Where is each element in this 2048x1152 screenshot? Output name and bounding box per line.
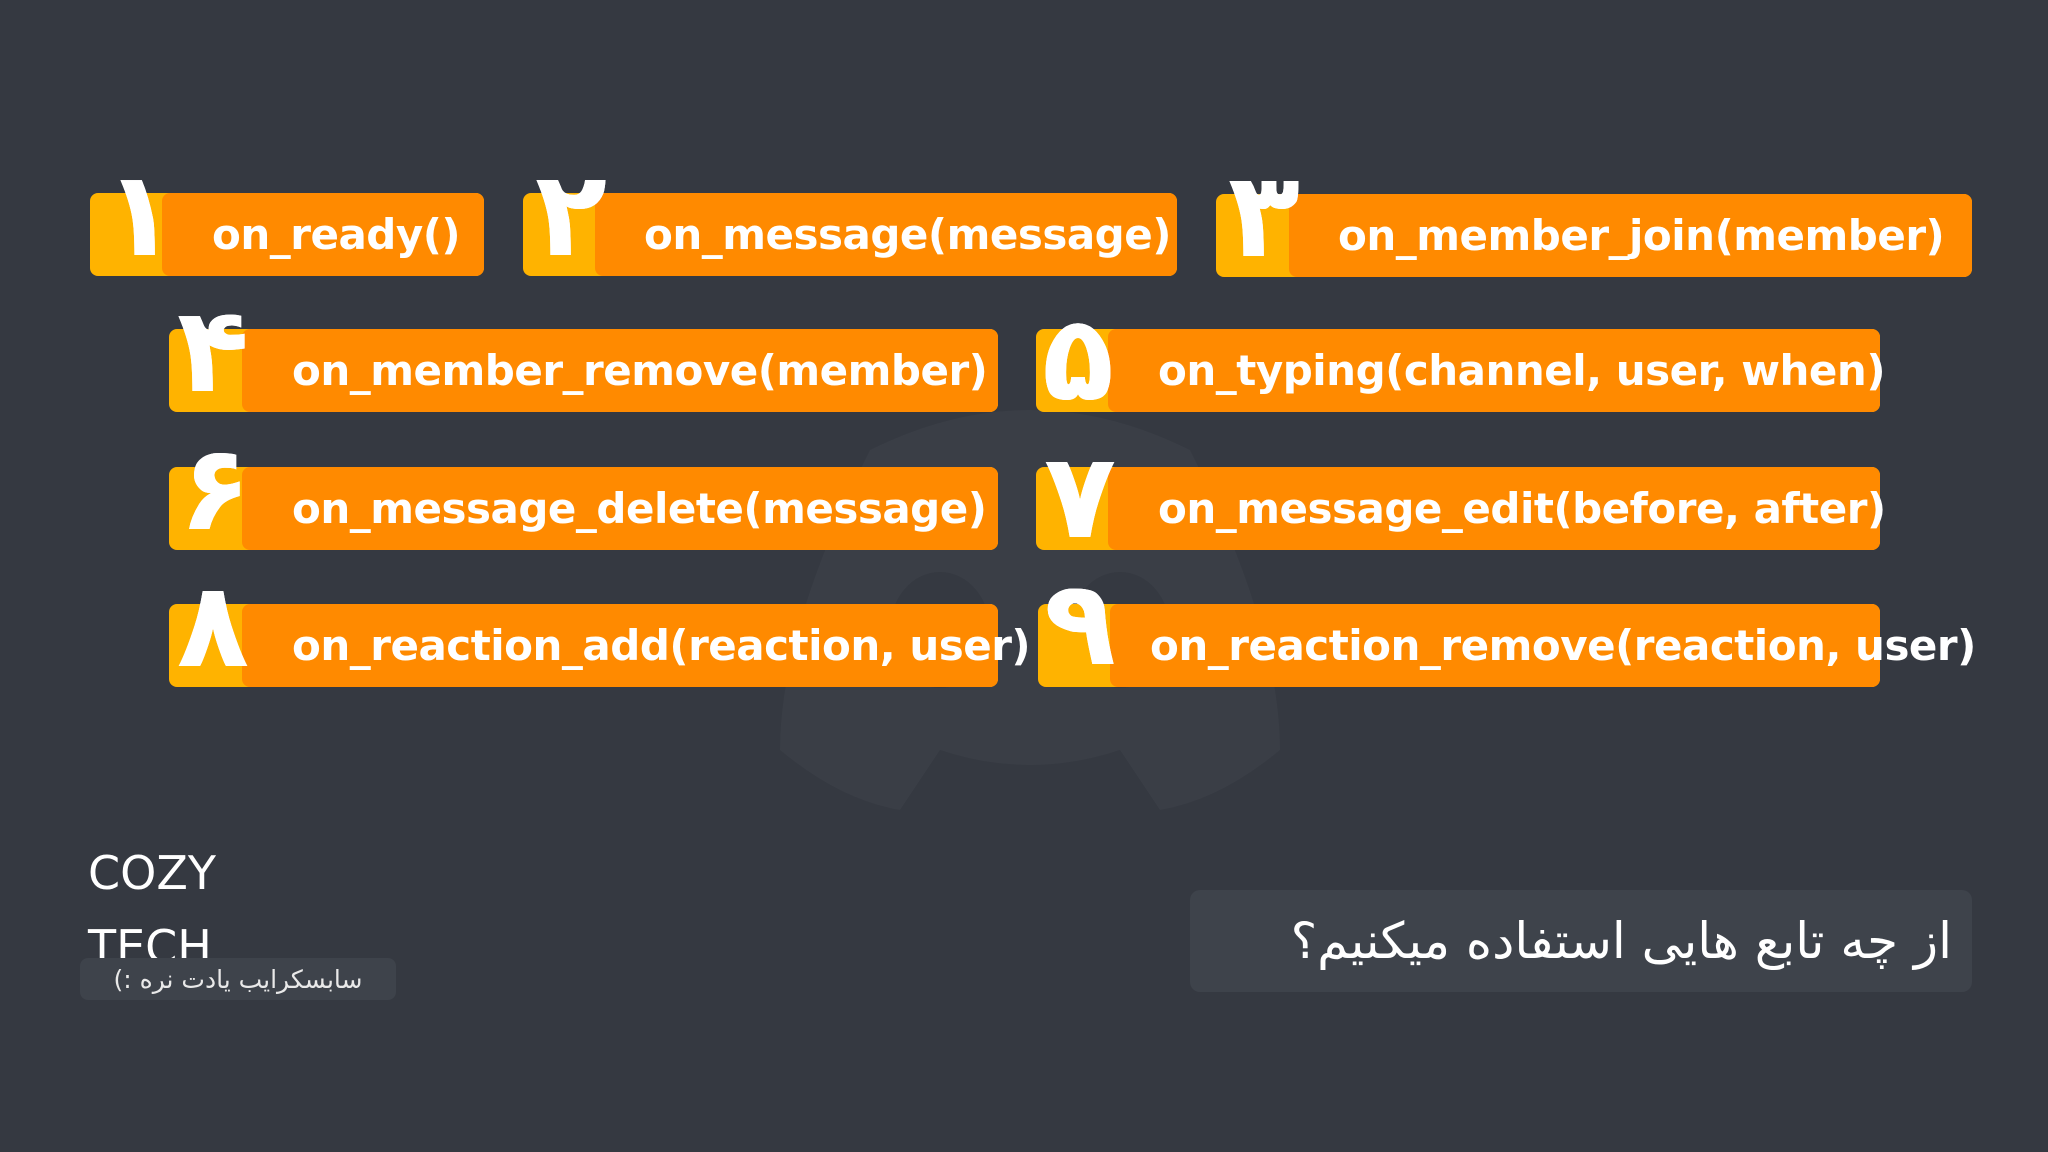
event-number: ۸ [177, 556, 250, 694]
event-pill-6: on_message_delete(message) ۶ [169, 429, 998, 550]
event-label: on_typing(channel, user, when) [1158, 346, 1886, 395]
event-pill-4: on_member_remove(member) ۴ [169, 291, 998, 412]
slide: on_ready() ۱ on_message(message) ۲ on_me… [0, 0, 2048, 1152]
event-label: on_ready() [212, 210, 461, 259]
event-number: ۹ [1044, 554, 1117, 692]
event-label: on_reaction_remove(reaction, user) [1150, 621, 1976, 670]
event-pill-1: on_ready() ۱ [90, 155, 484, 276]
event-pill-8: on_reaction_add(reaction, user) ۸ [169, 566, 1031, 687]
event-number: ۶ [179, 419, 252, 557]
event-label: on_reaction_add(reaction, user) [292, 621, 1031, 670]
event-label: on_member_join(member) [1338, 211, 1945, 260]
event-label: on_message_delete(message) [292, 484, 987, 533]
event-number: ۴ [177, 281, 250, 419]
event-number: ۳ [1228, 146, 1301, 284]
event-pill-9: on_reaction_remove(reaction, user) ۹ [1038, 564, 1976, 687]
subscribe-note: سابسکرایب یادت نره :) [80, 958, 396, 1000]
event-number: ۲ [535, 145, 608, 283]
event-pill-5: on_typing(channel, user, when) ۵ [1036, 299, 1886, 417]
event-pill-3: on_member_join(member) ۳ [1216, 156, 1972, 277]
brand-line-1: COZY [88, 846, 216, 900]
event-label: on_message_edit(before, after) [1158, 484, 1886, 533]
event-number: ۵ [1042, 289, 1115, 427]
event-label: on_member_remove(member) [292, 346, 988, 395]
event-pill-7: on_message_edit(before, after) ۷ [1036, 437, 1886, 555]
event-label: on_message(message) [644, 210, 1171, 259]
event-number: ۷ [1044, 427, 1117, 565]
event-number: ۱ [104, 145, 177, 283]
question-banner: از چه تابع هایی استفاده میکنیم؟ [1190, 890, 1972, 992]
event-pill-2: on_message(message) ۲ [523, 155, 1177, 276]
